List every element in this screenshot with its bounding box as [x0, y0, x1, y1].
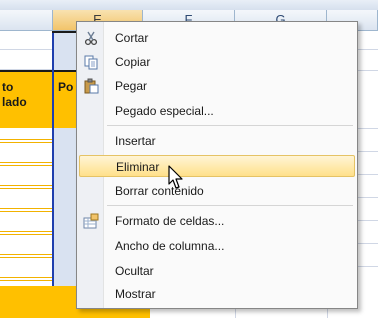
- menu-item-pegado-especial[interactable]: Pegado especial...: [79, 100, 355, 122]
- menu-item-borrar-contenido[interactable]: Borrar contenido: [79, 180, 355, 202]
- menu-item-label: Formato de celdas...: [115, 214, 225, 228]
- menu-separator: [107, 205, 353, 206]
- menu-item-label: Ocultar: [115, 264, 154, 278]
- selection-border: [52, 31, 54, 318]
- menu-item-label: Pegar: [115, 79, 148, 93]
- menu-item-insertar[interactable]: Insertar: [79, 130, 355, 152]
- column-d: to lado: [0, 31, 53, 318]
- context-menu: Cortar Copiar Pegar Pegado especial... I…: [76, 21, 358, 309]
- paste-icon: [84, 78, 99, 94]
- menu-item-label: Ancho de columna...: [115, 239, 225, 253]
- format-cells-icon: [83, 213, 99, 229]
- menu-item-label: Mostrar: [115, 287, 156, 301]
- scissors-icon: [84, 31, 98, 46]
- menu-item-label: Insertar: [115, 134, 156, 148]
- menu-item-label: Eliminar: [116, 160, 160, 174]
- mouse-pointer-icon: [168, 165, 183, 189]
- double-underline: [0, 277, 53, 281]
- header-cell-d[interactable]: to lado: [0, 70, 53, 128]
- cell[interactable]: [0, 31, 53, 50]
- menu-item-ancho-de-columna[interactable]: Ancho de columna...: [79, 235, 355, 257]
- double-underline: [0, 254, 53, 258]
- menu-item-ocultar[interactable]: Ocultar: [79, 260, 355, 282]
- header-cell-d-line2: lado: [2, 95, 27, 109]
- double-underline: [0, 231, 53, 235]
- double-underline: [0, 185, 53, 189]
- menu-item-mostrar[interactable]: Mostrar: [79, 283, 355, 305]
- menu-item-label: Pegado especial...: [115, 104, 214, 118]
- menu-separator: [107, 125, 353, 126]
- column-header-d[interactable]: [0, 10, 53, 30]
- menu-item-pegar[interactable]: Pegar: [79, 75, 355, 97]
- copy-icon: [84, 55, 98, 70]
- menu-item-label: Cortar: [115, 31, 149, 45]
- double-underline: [0, 208, 53, 212]
- menu-item-label: Copiar: [115, 55, 151, 69]
- menu-item-label: Borrar contenido: [115, 184, 204, 198]
- cell[interactable]: [0, 50, 53, 70]
- menu-item-eliminar[interactable]: Eliminar: [79, 155, 355, 177]
- double-underline: [0, 139, 53, 143]
- header-cell-d-line1: to: [2, 80, 14, 94]
- menu-item-formato-de-celdas[interactable]: Formato de celdas...: [79, 210, 355, 232]
- double-underline: [0, 162, 53, 166]
- menu-item-copiar[interactable]: Copiar: [79, 51, 355, 73]
- menu-item-cortar[interactable]: Cortar: [79, 27, 355, 49]
